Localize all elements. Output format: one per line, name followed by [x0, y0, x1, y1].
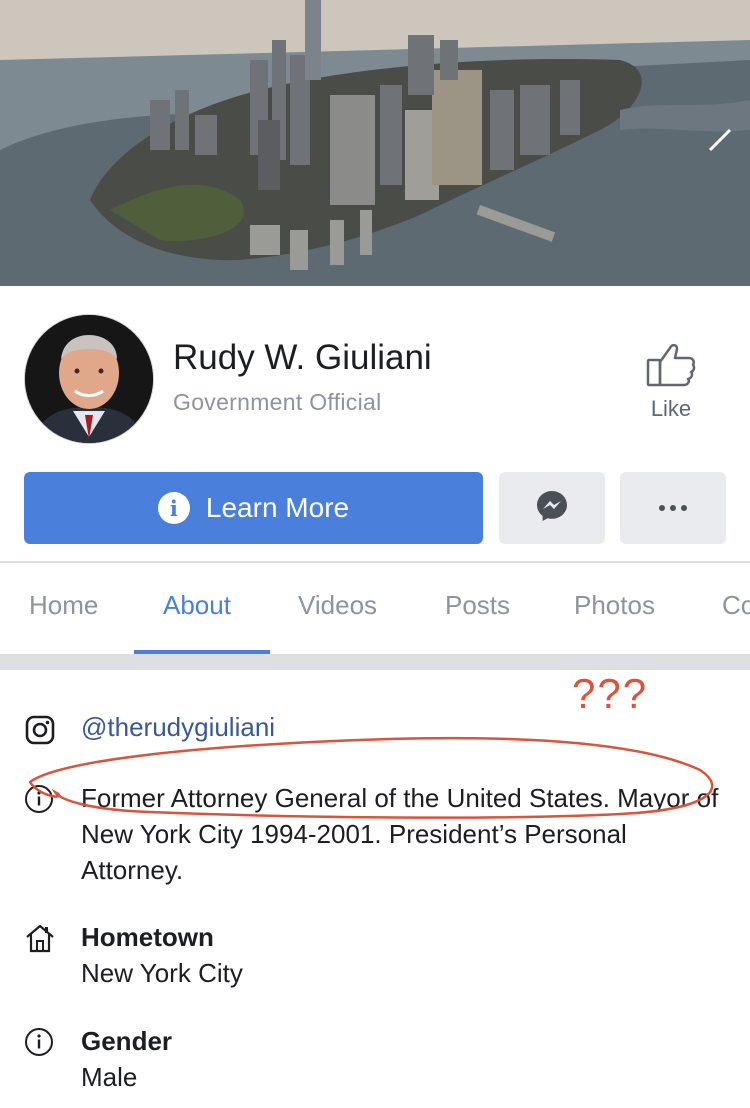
info-icon: i [157, 492, 190, 524]
more-icon [658, 499, 688, 517]
cover-city-image [0, 0, 750, 286]
hometown-value: New York City [81, 958, 243, 988]
tab-photos[interactable]: Photos [574, 590, 655, 621]
tab-home[interactable]: Home [29, 590, 98, 621]
page-category: Government Official [173, 389, 382, 415]
like-button[interactable]: Like [628, 340, 714, 436]
hometown-title: Hometown [81, 922, 214, 952]
annotation-question-marks: ??? [572, 670, 649, 717]
tab-posts[interactable]: Posts [445, 590, 510, 621]
learn-more-label: Learn More [205, 492, 350, 523]
more-button[interactable] [620, 472, 726, 544]
like-label: Like [650, 396, 692, 421]
instagram-link[interactable]: @therudygiuliani [81, 712, 275, 743]
tab-videos[interactable]: Videos [298, 590, 377, 621]
thumbs-up-icon [628, 340, 714, 388]
tab-community[interactable]: Co [722, 590, 750, 621]
home-icon [24, 922, 56, 959]
message-button[interactable] [499, 472, 605, 544]
tabs-divider [0, 561, 750, 563]
profile-photo [25, 315, 153, 443]
gender-title: Gender [81, 1026, 173, 1056]
gender-info-icon [24, 1027, 54, 1062]
learn-more-button[interactable]: i Learn More [24, 472, 483, 544]
profile-picture[interactable] [24, 314, 154, 444]
instagram-icon [25, 715, 55, 750]
page-description: Former Attorney General of the United St… [81, 783, 719, 885]
tab-about[interactable]: About [163, 590, 231, 621]
cover-photo[interactable] [0, 0, 750, 286]
messenger-icon [535, 489, 569, 528]
page-name: Rudy W. Giuliani [173, 338, 432, 377]
info-circle-icon [24, 784, 54, 819]
section-separator [0, 654, 750, 670]
gender-value: Male [81, 1062, 138, 1092]
